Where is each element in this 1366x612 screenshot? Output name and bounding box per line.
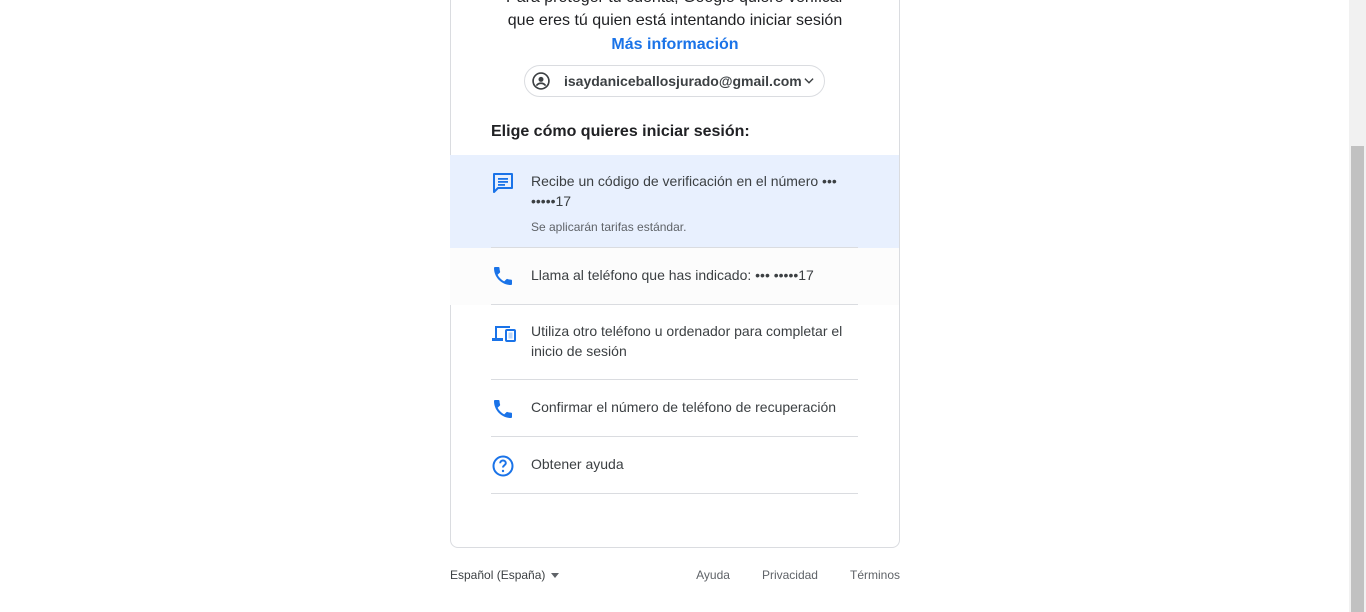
option-sms-label: Recibe un código de verificación en el n… <box>531 173 837 209</box>
caret-down-icon <box>551 572 560 578</box>
sms-icon <box>491 171 515 195</box>
option-other-device-label: Utiliza otro teléfono u ordenador para c… <box>531 323 843 359</box>
option-call-label: Llama al teléfono que has indicado: ••• … <box>531 267 814 283</box>
account-chip[interactable]: isaydaniceballosjurado@gmail.com <box>524 65 825 97</box>
chevron-down-icon <box>802 71 816 91</box>
phone-icon <box>491 264 515 288</box>
intro-line-2: que eres tú quien está intentando inicia… <box>507 12 843 29</box>
account-circle-icon <box>531 71 551 91</box>
phone-icon <box>491 397 515 421</box>
account-email: isaydaniceballosjurado@gmail.com <box>564 73 802 89</box>
option-recovery-label: Confirmar el número de teléfono de recup… <box>531 399 837 415</box>
footer: Español (España) Ayuda Privacidad Términ… <box>450 568 900 582</box>
more-info-link[interactable]: Más información <box>450 33 900 57</box>
scrollbar-thumb[interactable] <box>1351 146 1364 612</box>
scrollbar[interactable] <box>1349 0 1366 612</box>
footer-link-privacy[interactable]: Privacidad <box>762 568 818 582</box>
language-label: Español (España) <box>450 568 546 582</box>
language-selector[interactable]: Español (España) <box>450 568 560 582</box>
option-confirm-recovery-phone[interactable]: Confirmar el número de teléfono de recup… <box>450 380 899 437</box>
footer-link-terms[interactable]: Términos <box>850 568 900 582</box>
help-circle-icon <box>491 454 515 478</box>
signin-options-list: Recibe un código de verificación en el n… <box>450 155 899 494</box>
devices-icon <box>491 321 516 345</box>
option-get-help[interactable]: Obtener ayuda <box>450 437 899 494</box>
choose-method-heading: Elige cómo quieres iniciar sesión: <box>491 123 750 140</box>
option-help-label: Obtener ayuda <box>531 456 624 472</box>
footer-link-help[interactable]: Ayuda <box>696 568 730 582</box>
page: Para proteger tu cuenta, Google quiere v… <box>0 0 1366 612</box>
divider <box>491 493 858 494</box>
option-call-phone[interactable]: Llama al teléfono que has indicado: ••• … <box>450 248 899 305</box>
option-sms-note: Se aplicarán tarifas estándar. <box>531 220 687 234</box>
footer-links: Ayuda Privacidad Términos <box>664 568 900 582</box>
option-other-device[interactable]: Utiliza otro teléfono u ordenador para c… <box>450 305 899 380</box>
option-sms-code[interactable]: Recibe un código de verificación en el n… <box>450 155 899 248</box>
